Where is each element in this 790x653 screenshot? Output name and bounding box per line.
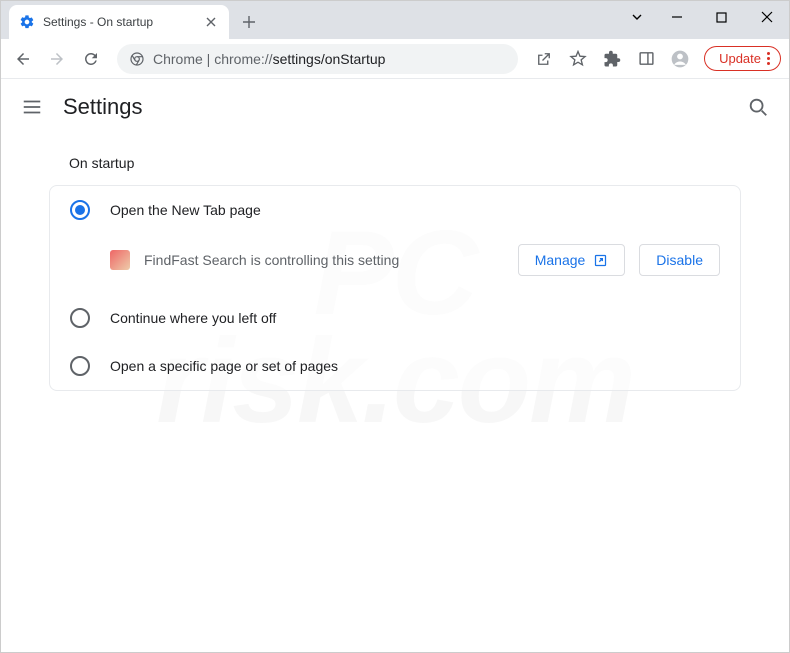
manage-label: Manage bbox=[535, 252, 586, 268]
maximize-button[interactable] bbox=[699, 1, 744, 33]
gear-icon bbox=[19, 14, 35, 30]
window-controls bbox=[620, 1, 789, 33]
update-button[interactable]: Update bbox=[704, 46, 781, 71]
minimize-button[interactable] bbox=[654, 1, 699, 33]
url-text: Chrome | chrome://settings/onStartup bbox=[153, 51, 385, 67]
profile-icon[interactable] bbox=[666, 45, 694, 73]
section-title: On startup bbox=[49, 155, 741, 171]
option-label: Open the New Tab page bbox=[110, 202, 261, 218]
option-new-tab[interactable]: Open the New Tab page bbox=[50, 186, 740, 234]
share-icon[interactable] bbox=[530, 45, 558, 73]
close-tab-icon[interactable] bbox=[203, 14, 219, 30]
tab-title: Settings - On startup bbox=[43, 15, 195, 29]
option-specific-page[interactable]: Open a specific page or set of pages bbox=[50, 342, 740, 390]
side-panel-icon[interactable] bbox=[632, 45, 660, 73]
settings-content: On startup Open the New Tab page FindFas… bbox=[1, 135, 789, 411]
back-button[interactable] bbox=[9, 45, 37, 73]
address-bar[interactable]: Chrome | chrome://settings/onStartup bbox=[117, 44, 518, 74]
forward-button[interactable] bbox=[43, 45, 71, 73]
update-label: Update bbox=[719, 51, 761, 66]
close-window-button[interactable] bbox=[744, 1, 789, 33]
radio-unselected-icon[interactable] bbox=[70, 356, 90, 376]
disable-button[interactable]: Disable bbox=[639, 244, 720, 276]
option-continue[interactable]: Continue where you left off bbox=[50, 294, 740, 342]
browser-toolbar: Chrome | chrome://settings/onStartup Upd… bbox=[1, 39, 789, 79]
window-titlebar: Settings - On startup bbox=[1, 1, 789, 39]
hamburger-icon[interactable] bbox=[21, 96, 43, 118]
settings-header: Settings bbox=[1, 79, 789, 135]
manage-button[interactable]: Manage bbox=[518, 244, 626, 276]
new-tab-button[interactable] bbox=[235, 8, 263, 36]
extension-control-row: FindFast Search is controlling this sett… bbox=[50, 234, 740, 294]
tab-search-icon[interactable] bbox=[620, 1, 654, 33]
disable-label: Disable bbox=[656, 252, 703, 268]
page-title: Settings bbox=[63, 94, 143, 120]
startup-card: Open the New Tab page FindFast Search is… bbox=[49, 185, 741, 391]
radio-selected-icon[interactable] bbox=[70, 200, 90, 220]
search-icon[interactable] bbox=[747, 96, 769, 118]
extension-icon bbox=[110, 250, 130, 270]
chrome-icon bbox=[129, 51, 145, 67]
extensions-icon[interactable] bbox=[598, 45, 626, 73]
browser-tab[interactable]: Settings - On startup bbox=[9, 5, 229, 39]
bookmark-icon[interactable] bbox=[564, 45, 592, 73]
kebab-icon bbox=[767, 52, 770, 65]
radio-unselected-icon[interactable] bbox=[70, 308, 90, 328]
external-link-icon bbox=[593, 253, 608, 268]
option-label: Open a specific page or set of pages bbox=[110, 358, 338, 374]
reload-button[interactable] bbox=[77, 45, 105, 73]
option-label: Continue where you left off bbox=[110, 310, 276, 326]
control-message: FindFast Search is controlling this sett… bbox=[144, 252, 504, 268]
